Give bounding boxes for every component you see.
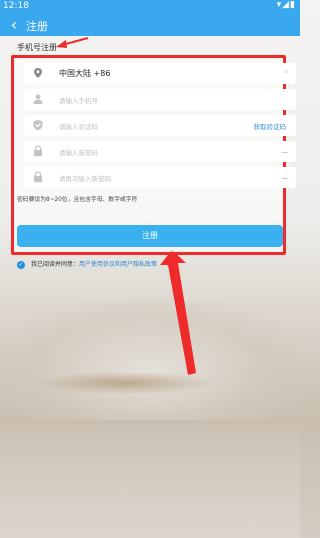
- back-arrow-icon[interactable]: ‹: [6, 15, 22, 35]
- eye-closed-icon[interactable]: ‿: [282, 170, 288, 179]
- password-hint: 密码要设为8~20位，且包含字母、数字或字符: [17, 197, 138, 203]
- section-label: 手机号注册: [17, 43, 57, 52]
- title-bar: ‹ 注册: [0, 14, 300, 36]
- annotation-arrow-top: [56, 37, 89, 48]
- confirm-password-field[interactable]: 请再次输入新密码 ‿: [24, 167, 296, 188]
- password-placeholder: 请输入新密码: [59, 149, 98, 157]
- lock-icon: [34, 145, 42, 157]
- phone-placeholder: 请输入手机号: [59, 97, 98, 105]
- password-field[interactable]: 请输入新密码 ‿: [24, 141, 296, 162]
- background-floor: [0, 430, 300, 538]
- eye-closed-icon[interactable]: ‿: [282, 144, 288, 153]
- status-icons: ▾◢▮: [276, 0, 296, 10]
- phone-field[interactable]: 请输入手机号: [24, 89, 296, 110]
- page-title: 注册: [26, 20, 48, 33]
- agreement-row: ✓ 我已阅读并同意：用户使用协议和用户隐私政策: [17, 259, 157, 269]
- status-time: 12:18: [3, 1, 29, 11]
- agreement-link[interactable]: 用户使用协议和用户隐私政策: [79, 261, 157, 268]
- background-table: [40, 372, 210, 394]
- location-pin-icon: [34, 68, 42, 78]
- register-button[interactable]: 注册: [17, 225, 283, 247]
- agreement-prefix: 我已阅读并同意：: [31, 261, 80, 268]
- lock-icon: [34, 171, 42, 183]
- user-icon: [33, 94, 43, 104]
- background-sofa: [0, 300, 300, 420]
- country-code-text: 中国大陆 +86: [59, 69, 111, 78]
- code-placeholder: 请输入验证码: [59, 123, 98, 131]
- verification-code-field[interactable]: 请输入验证码 获取验证码: [24, 115, 296, 136]
- agree-checkbox[interactable]: ✓: [17, 260, 25, 269]
- get-code-button[interactable]: 获取验证码: [254, 121, 287, 131]
- country-selector[interactable]: 中国大陆 +86 ›: [24, 63, 296, 84]
- shield-check-icon: [33, 119, 43, 131]
- status-bar: 12:18 ▾◢▮: [0, 0, 300, 14]
- chevron-right-icon: ›: [284, 67, 288, 76]
- confirm-password-placeholder: 请再次输入新密码: [59, 175, 111, 183]
